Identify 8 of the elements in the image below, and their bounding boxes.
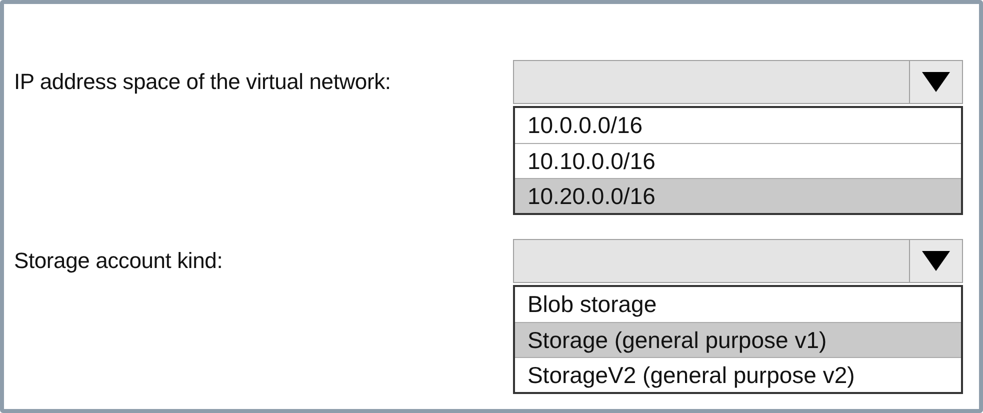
dropdown-button[interactable] — [909, 240, 962, 282]
caret-icon — [922, 251, 950, 271]
dropdown-option[interactable]: 10.20.0.0/16 — [515, 178, 961, 213]
dropdown-button[interactable] — [909, 61, 962, 103]
dropdown-option[interactable]: Storage (general purpose v1) — [515, 322, 961, 357]
question-label: IP address space of the virtual network: — [14, 68, 392, 96]
question-label: Storage account kind: — [14, 247, 224, 275]
caret-icon — [922, 72, 950, 92]
